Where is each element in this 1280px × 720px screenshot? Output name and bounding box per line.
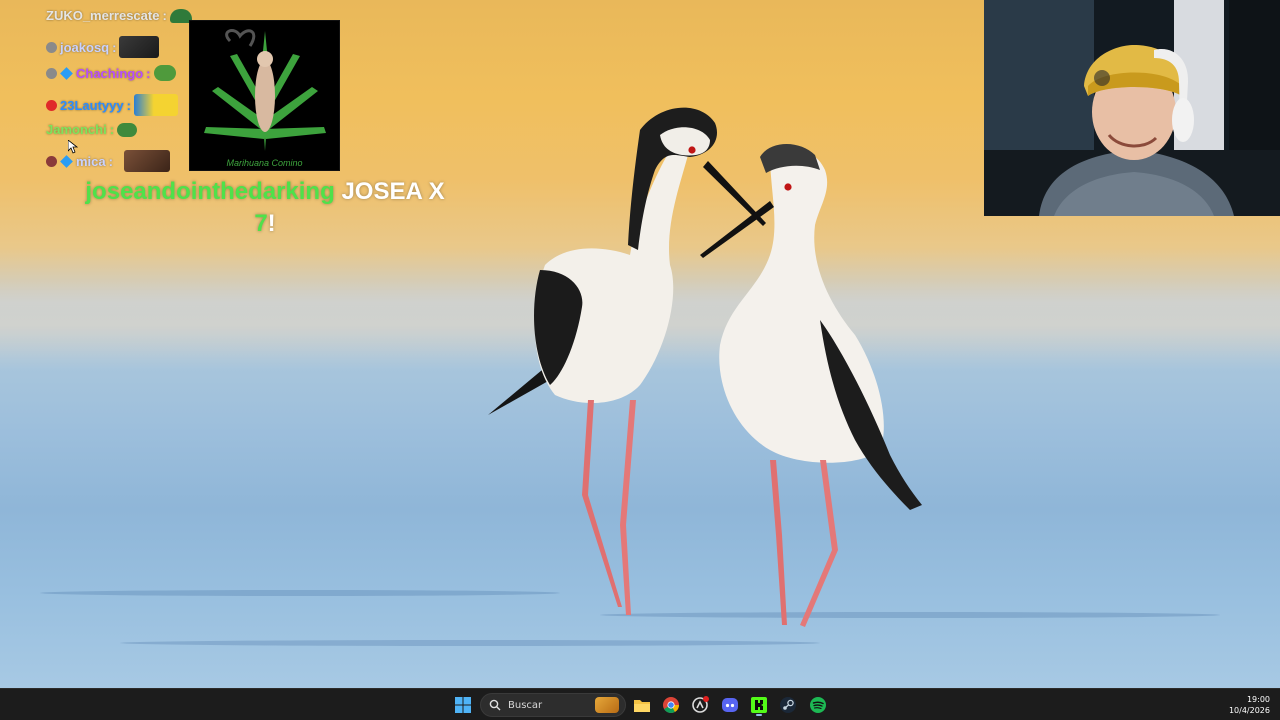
- streamer-webcam-image: [984, 0, 1280, 216]
- alert-exclaim: !: [267, 210, 276, 237]
- chrome-logo-icon: [663, 697, 679, 713]
- search-highlight-icon: [595, 697, 619, 713]
- frog-emote-icon: [153, 65, 176, 81]
- folder-icon: [634, 700, 650, 712]
- file-explorer-icon[interactable]: [630, 693, 654, 717]
- badge-icon: [46, 155, 57, 167]
- mouse-cursor-icon: [68, 140, 78, 154]
- kick-icon[interactable]: [747, 693, 771, 717]
- frog-emote-icon: [117, 122, 138, 137]
- webcam-feed: [984, 0, 1280, 216]
- chat-colon: :: [108, 153, 113, 169]
- alert-message: JOSEA X: [341, 178, 445, 205]
- discord-logo-icon: [722, 698, 738, 712]
- chat-line: ZUKO_merrescate:: [46, 8, 192, 23]
- stilt-birds-illustration: [488, 107, 922, 627]
- search-icon: [489, 699, 501, 711]
- steam-icon[interactable]: [776, 693, 800, 717]
- chat-line: joakosq:: [46, 36, 160, 58]
- spotify-icon[interactable]: [806, 693, 830, 717]
- chat-line: mica:: [46, 150, 170, 172]
- chat-colon: :: [112, 39, 117, 55]
- clock-time: 19:00: [1246, 695, 1270, 704]
- app-logo-icon: [692, 696, 709, 713]
- chat-colon: :: [162, 8, 167, 23]
- chat-username: Chachingo: [76, 65, 144, 81]
- chat-colon: :: [146, 65, 151, 81]
- badge-icon: [46, 67, 57, 79]
- dog-emote-icon: [123, 150, 170, 172]
- badge-icon: [46, 99, 57, 111]
- system-clock[interactable]: 19:00 10/4/2026: [1229, 694, 1270, 716]
- stream-alert: joseandointhedarking JOSEA X 7!: [60, 176, 470, 240]
- windows-taskbar: Buscar 19:00 10/4/2026: [0, 688, 1280, 720]
- alert-username: joseandointhedarking: [85, 178, 335, 205]
- emote-icon: [119, 36, 160, 58]
- sub-badge-icon: [60, 66, 73, 80]
- chat-colon: :: [126, 97, 131, 113]
- active-app-indicator: [756, 714, 762, 716]
- chat-line: Jamonchi:: [46, 122, 138, 137]
- alert-count: 7: [254, 210, 268, 237]
- chat-username: joakosq: [60, 39, 110, 55]
- taskbar-search-box[interactable]: Buscar: [480, 693, 626, 717]
- kick-logo-icon: [751, 697, 767, 713]
- chat-username: 23Lautyyy: [60, 97, 124, 113]
- chat-username: Jamonchi: [46, 122, 107, 137]
- right-bird: [700, 143, 922, 627]
- chat-line: Chachingo:: [46, 65, 176, 81]
- sub-badge-icon: [60, 154, 73, 168]
- badge-icon: [46, 41, 57, 53]
- chat-username: mica: [76, 153, 106, 169]
- leaf-icon: [204, 29, 326, 151]
- spotify-logo-icon: [810, 697, 826, 713]
- steam-logo-icon: [780, 697, 796, 713]
- emote-caption: Marihuana Comino: [226, 158, 303, 168]
- search-placeholder: Buscar: [508, 699, 543, 711]
- chrome-icon[interactable]: [659, 693, 683, 717]
- minion-emote-icon: [133, 94, 178, 116]
- discord-icon[interactable]: [718, 693, 742, 717]
- windows-logo-icon: [455, 697, 471, 713]
- chat-username: ZUKO_merrescate: [46, 8, 160, 23]
- app-icon[interactable]: [688, 693, 712, 717]
- clock-date: 10/4/2026: [1228, 706, 1270, 715]
- windows-start-icon[interactable]: [451, 693, 475, 717]
- chat-line: 23Lautyyy:: [46, 94, 178, 116]
- cannabis-emote-image: Marihuana Comino: [189, 20, 340, 171]
- chat-colon: :: [109, 122, 115, 137]
